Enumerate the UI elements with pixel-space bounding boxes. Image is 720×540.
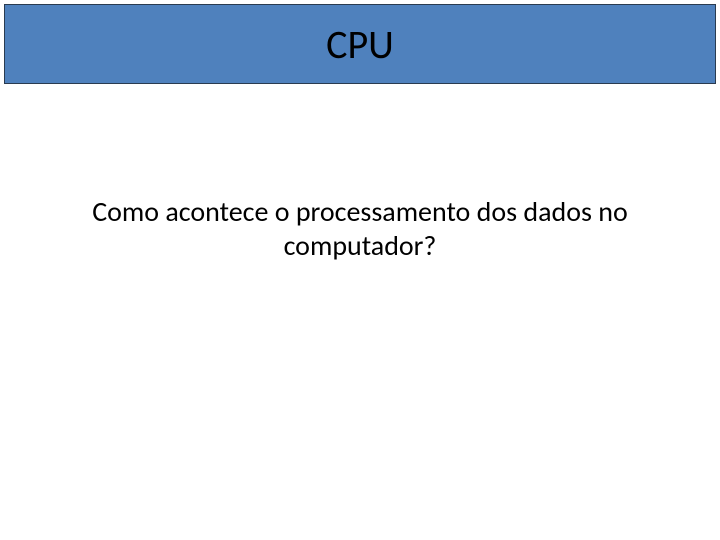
slide-body-text: Como acontece o processamento dos dados … — [60, 195, 660, 262]
slide-title: CPU — [326, 20, 394, 69]
slide-title-bar: CPU — [4, 4, 716, 84]
